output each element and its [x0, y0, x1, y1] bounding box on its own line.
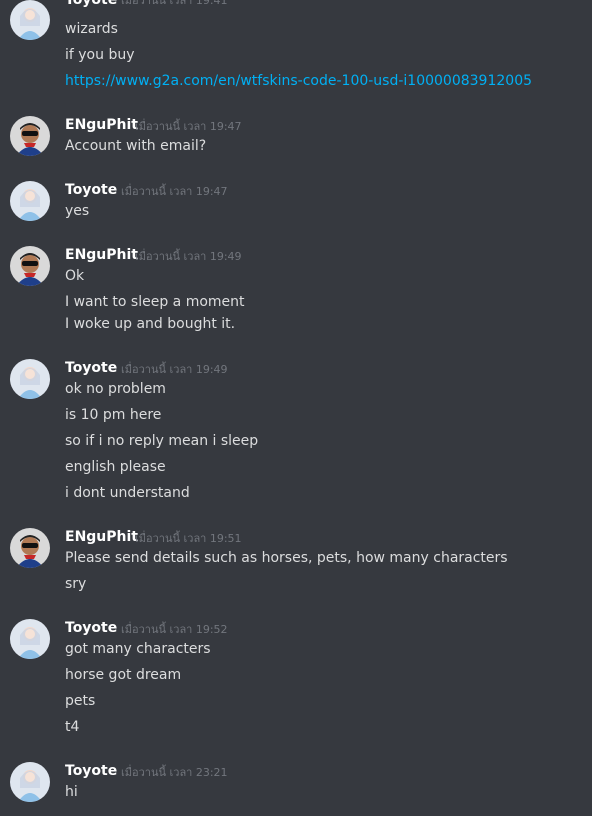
enguphit-avatar-icon[interactable]	[10, 528, 50, 568]
timestamp: เมื่อวานนี้ เวลา 19:51	[135, 532, 242, 545]
author-name[interactable]: Toyote	[65, 359, 117, 377]
author-name[interactable]: Toyote	[65, 0, 117, 9]
toyote-avatar-icon[interactable]	[10, 762, 50, 802]
toyote-avatar-icon[interactable]	[10, 619, 50, 659]
message-text: if you buy	[65, 47, 135, 63]
message-text: ok no problem	[65, 381, 166, 397]
message-text: horse got dream	[65, 667, 182, 683]
message-text: yes	[65, 203, 90, 219]
message-text: sry	[65, 576, 87, 592]
message-text: t4	[65, 719, 80, 735]
message-text: english please	[65, 459, 166, 475]
message-text: wizards	[65, 21, 118, 37]
toyote-avatar-icon[interactable]	[10, 0, 50, 40]
timestamp: เมื่อวานนี้ เวลา 19:49	[135, 250, 242, 263]
message-text: I woke up and bought it.	[65, 316, 236, 332]
author-name[interactable]: Toyote	[65, 762, 117, 780]
toyote-avatar-icon[interactable]	[10, 359, 50, 399]
author-name[interactable]: Toyote	[65, 619, 117, 637]
author-name[interactable]: ENguPhit	[65, 528, 138, 546]
author-name[interactable]: ENguPhit	[65, 116, 138, 134]
enguphit-avatar-icon[interactable]	[10, 116, 50, 156]
enguphit-avatar-icon[interactable]	[10, 246, 50, 286]
author-name[interactable]: ENguPhit	[65, 246, 138, 264]
message-text: I want to sleep a moment	[65, 294, 245, 310]
timestamp: เมื่อวานนี้ เวลา 19:52	[121, 623, 228, 636]
message-text: pets	[65, 693, 96, 709]
author-name[interactable]: Toyote	[65, 181, 117, 199]
timestamp: เมื่อวานนี้ เวลา 19:47	[135, 120, 242, 133]
timestamp: เมื่อวานนี้ เวลา 19:47	[121, 185, 228, 198]
timestamp: เมื่อวานนี้ เวลา 19:49	[121, 363, 228, 376]
message-text: is 10 pm here	[65, 407, 162, 423]
message-text: Please send details such as horses, pets…	[65, 550, 508, 566]
message-text: i dont understand	[65, 485, 190, 501]
timestamp: เมื่อวานนี้ เวลา 23:21	[121, 766, 228, 779]
message-text: Ok	[65, 268, 85, 284]
toyote-avatar-icon[interactable]	[10, 181, 50, 221]
timestamp: เมื่อวานนี้ เวลา 19:41	[121, 0, 228, 7]
message-text: so if i no reply mean i sleep	[65, 433, 259, 449]
message-text: Account with email?	[65, 138, 207, 154]
message-text: got many characters	[65, 641, 211, 657]
message-link[interactable]: https://www.g2a.com/en/wtfskins-code-100…	[65, 72, 532, 90]
message-text: hi	[65, 784, 78, 800]
